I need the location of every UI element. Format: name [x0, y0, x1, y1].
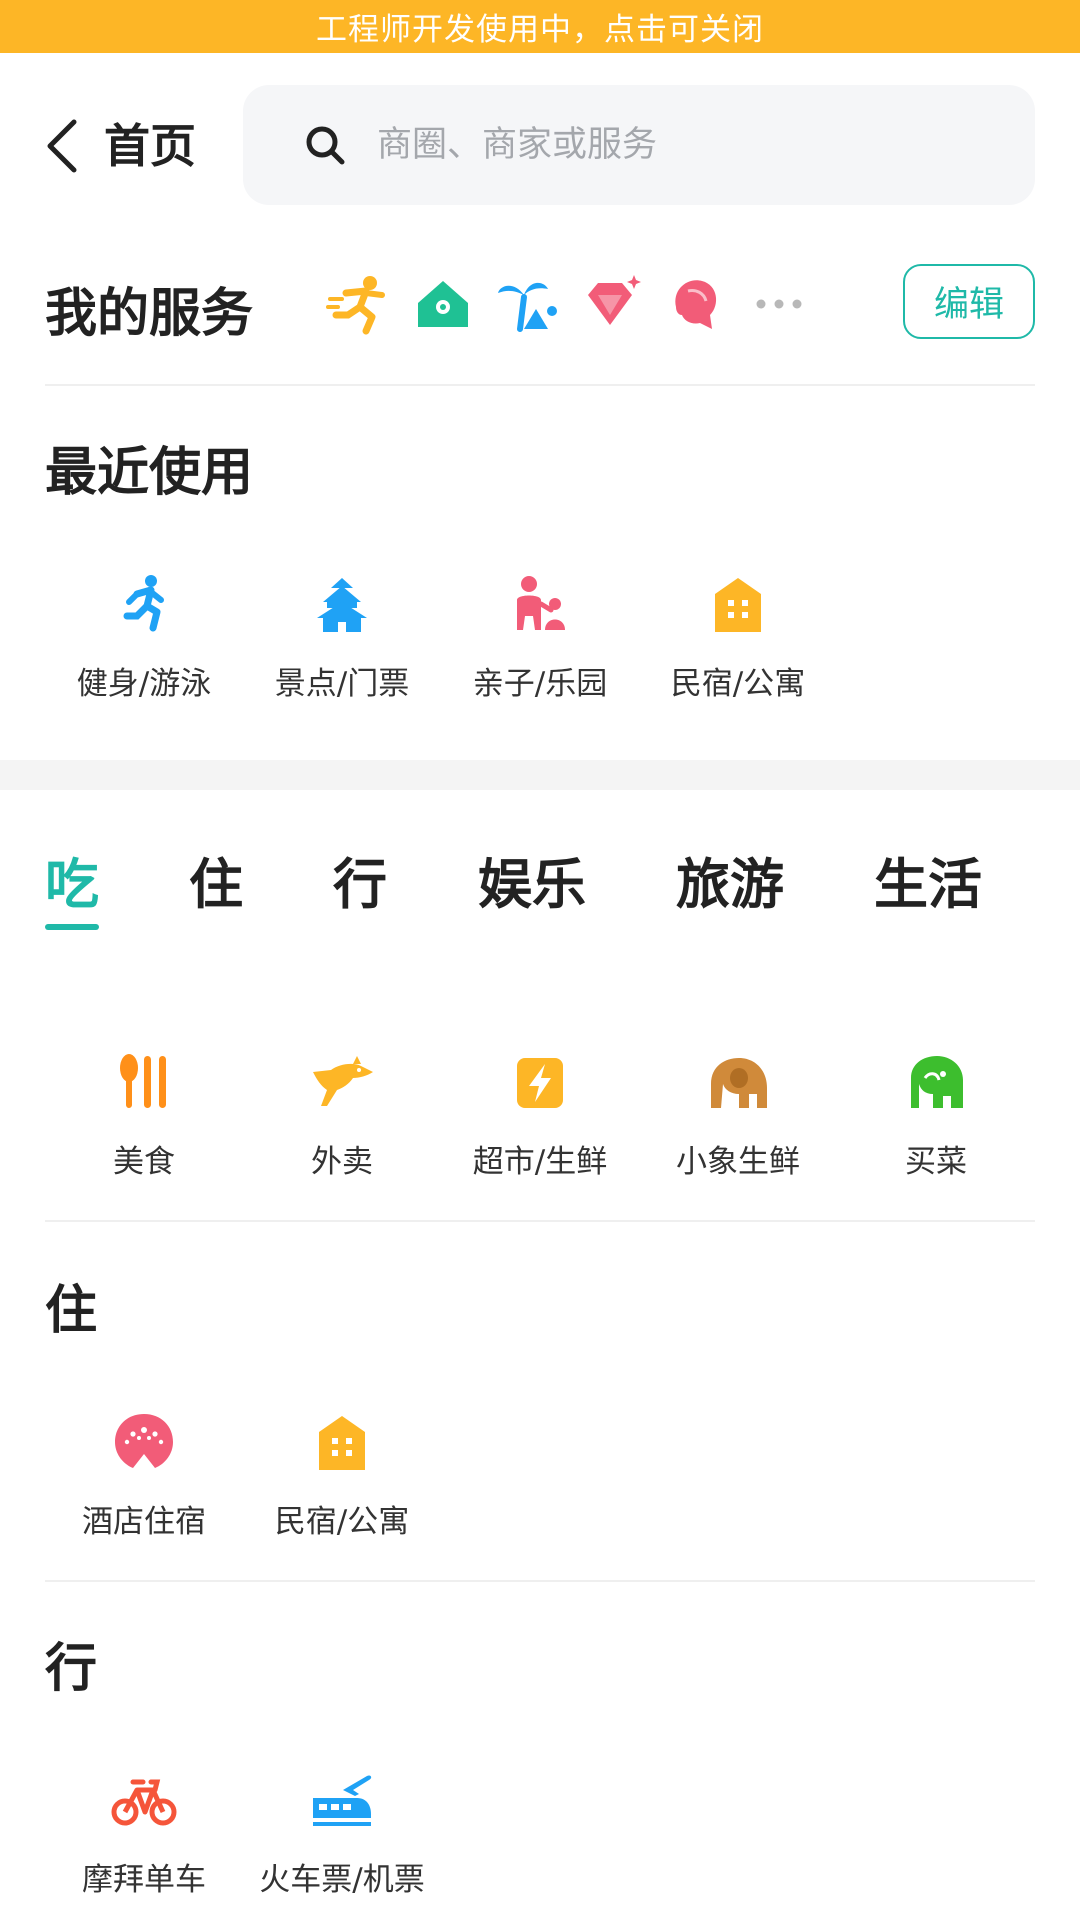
apartment-icon — [319, 1416, 365, 1470]
runner-icon[interactable] — [326, 271, 392, 337]
tab-travel[interactable]: 行 — [333, 840, 387, 919]
hair-salon-icon[interactable] — [662, 271, 728, 337]
pagoda-icon — [317, 578, 367, 632]
search-icon — [306, 126, 345, 165]
top-bar: 首页 — [0, 53, 1080, 233]
beach-palm-icon[interactable] — [494, 271, 560, 337]
category-tabs: 吃 住 行 娱乐 旅游 生活 — [0, 790, 1080, 940]
search-input[interactable] — [377, 125, 977, 165]
grid-item-label: 摩拜单车 — [82, 1862, 206, 1898]
my-services-row: 我的服务 编辑 — [0, 233, 1080, 385]
grid-item-label: 火车票/机票 — [259, 1862, 425, 1898]
fitness-icon — [123, 575, 164, 632]
grid-item-label: 美食 — [113, 1144, 175, 1180]
eat-item-food[interactable]: 美食 — [45, 1050, 243, 1190]
grid-item-label: 外卖 — [311, 1144, 373, 1180]
back-label[interactable]: 首页 — [104, 113, 196, 179]
eat-item-delivery[interactable]: 外卖 — [243, 1050, 441, 1190]
travel-item-mobike[interactable]: 摩拜单车 — [45, 1768, 243, 1908]
my-services-title: 我的服务 — [45, 284, 254, 344]
green-elephant-icon — [911, 1056, 963, 1108]
eat-item-groceries[interactable]: 买菜 — [837, 1050, 1035, 1190]
parent-child-icon — [517, 576, 565, 630]
grid-item-label: 酒店住宿 — [82, 1504, 206, 1540]
divider — [45, 1580, 1035, 1582]
home-location-icon[interactable] — [410, 271, 476, 337]
hotel-icon — [115, 1414, 173, 1468]
recent-title: 最近使用 — [45, 443, 254, 503]
grid-item-label: 民宿/公寓 — [670, 666, 806, 702]
divider — [45, 384, 1035, 386]
grid-item-label: 买菜 — [905, 1144, 967, 1180]
eat-item-xiaoxiang[interactable]: 小象生鲜 — [639, 1050, 837, 1190]
section-separator — [0, 760, 1080, 790]
tab-eat[interactable]: 吃 — [45, 840, 99, 919]
food-utensils-icon — [120, 1054, 166, 1108]
search-bar[interactable] — [243, 85, 1035, 205]
lightning-bag-icon — [517, 1058, 563, 1108]
tab-entertainment[interactable]: 娱乐 — [478, 840, 586, 919]
grid-item-label: 民宿/公寓 — [274, 1504, 410, 1540]
grid-item-label: 小象生鲜 — [676, 1144, 800, 1180]
stay-title: 住 — [45, 1281, 98, 1341]
edit-button[interactable]: 编辑 — [903, 264, 1035, 339]
more-dots-icon[interactable] — [746, 271, 812, 337]
eat-item-supermarket[interactable]: 超市/生鲜 — [441, 1050, 639, 1190]
tab-stay[interactable]: 住 — [189, 840, 243, 919]
recent-item-attractions[interactable]: 景点/门票 — [243, 572, 441, 712]
diamond-icon[interactable] — [578, 271, 644, 337]
back-button[interactable] — [44, 113, 104, 179]
bicycle-icon — [111, 1779, 177, 1826]
grid-item-label: 亲子/乐园 — [472, 666, 608, 702]
grid-item-label: 超市/生鲜 — [472, 1144, 608, 1180]
recent-item-homestay[interactable]: 民宿/公寓 — [639, 572, 837, 712]
grid-item-label: 健身/游泳 — [76, 666, 212, 702]
tab-life[interactable]: 生活 — [874, 840, 982, 919]
active-tab-indicator — [45, 924, 99, 930]
chevron-left-icon — [47, 119, 77, 173]
train-plane-icon — [313, 1775, 372, 1826]
elephant-icon — [711, 1058, 767, 1108]
divider — [45, 1220, 1035, 1222]
kangaroo-icon — [313, 1056, 373, 1106]
developer-banner[interactable]: 工程师开发使用中，点击可关闭 — [0, 0, 1080, 53]
stay-item-hotel[interactable]: 酒店住宿 — [45, 1410, 243, 1550]
recent-item-parent-child[interactable]: 亲子/乐园 — [441, 572, 639, 712]
grid-item-label: 景点/门票 — [274, 666, 410, 702]
travel-title: 行 — [45, 1639, 98, 1699]
travel-item-tickets[interactable]: 火车票/机票 — [243, 1768, 441, 1908]
recent-item-fitness[interactable]: 健身/游泳 — [45, 572, 243, 712]
tab-tourism[interactable]: 旅游 — [676, 840, 784, 919]
stay-item-homestay[interactable]: 民宿/公寓 — [243, 1410, 441, 1550]
apartment-icon — [715, 578, 761, 632]
